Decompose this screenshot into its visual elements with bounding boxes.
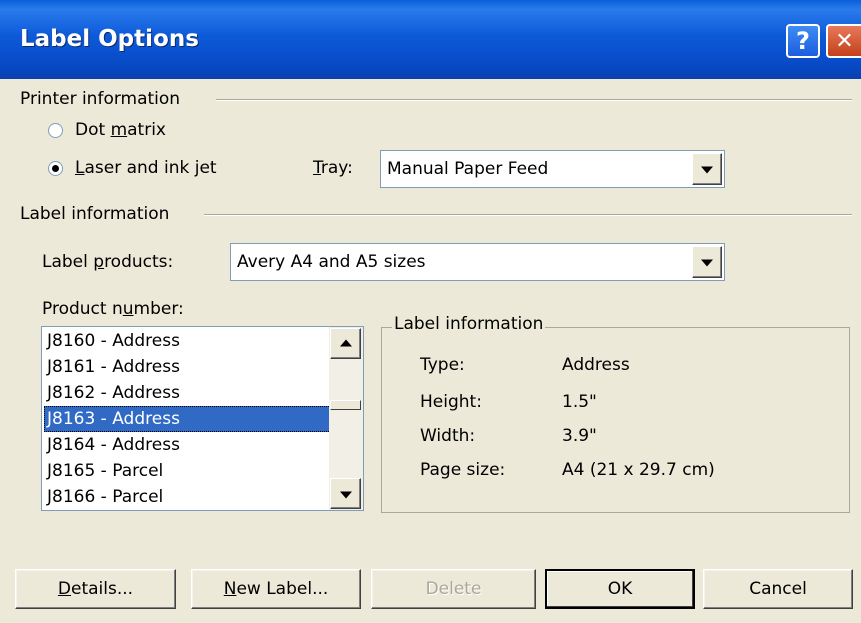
chevron-down-icon [701,166,713,174]
details-button[interactable]: Details... [15,569,176,609]
scroll-down-button[interactable] [330,478,361,509]
help-icon: ? [796,27,810,55]
printer-info-heading: Printer information [20,89,181,109]
laser-radio[interactable] [48,161,63,176]
width-key: Width: [420,426,476,446]
ok-button[interactable]: OK [545,569,695,609]
chevron-down-icon [339,491,352,499]
label-products-select[interactable]: Avery A4 and A5 sizes [230,243,725,281]
tray-select-value: Manual Paper Feed [387,159,549,179]
label-info-heading: Label information [20,204,170,224]
label-products-label: Label products: [42,252,174,272]
list-item[interactable]: J8160 - Address [44,328,331,354]
product-number-label: Product number: [42,299,184,319]
dot-matrix-label[interactable]: Dot matrix [75,120,166,140]
tray-select[interactable]: Manual Paper Feed [380,150,725,188]
list-item[interactable]: J8161 - Address [44,354,331,380]
tray-dropdown-button[interactable] [692,153,722,185]
dot-matrix-radio[interactable] [48,123,63,138]
page-size-value: A4 (21 x 29.7 cm) [562,460,715,480]
label-details-legend: Label information [392,314,546,334]
label-info-divider [204,214,852,216]
window-title: Label Options [20,26,199,52]
close-icon: ✕ [835,28,854,54]
printer-info-divider [216,99,852,101]
page-size-key: Page size: [420,460,506,480]
chevron-down-icon [701,259,713,267]
delete-button[interactable]: Delete [371,569,536,609]
label-products-dropdown-button[interactable] [692,246,722,278]
cancel-button[interactable]: Cancel [703,569,853,609]
type-value: Address [562,355,630,375]
scroll-thumb[interactable] [330,400,361,410]
new-label-button[interactable]: New Label... [191,569,361,609]
list-item[interactable]: J8165 - Parcel [44,458,331,484]
list-item-selected[interactable]: J8163 - Address [44,406,331,432]
chevron-up-icon [339,338,352,346]
help-button[interactable]: ? [786,24,820,58]
label-products-value: Avery A4 and A5 sizes [237,252,426,272]
scroll-up-button[interactable] [330,328,361,359]
list-item[interactable]: J8164 - Address [44,432,331,458]
height-value: 1.5" [562,392,597,412]
tray-label: Tray: [313,158,353,178]
list-scrollbar[interactable] [329,327,363,510]
product-number-list[interactable]: J8160 - Address J8161 - Address J8162 - … [41,326,364,511]
width-value: 3.9" [562,426,597,446]
type-key: Type: [420,355,465,375]
laser-label[interactable]: Laser and ink jet [75,158,217,178]
list-item[interactable]: J8162 - Address [44,380,331,406]
list-item[interactable]: J8166 - Parcel [44,484,331,510]
close-button[interactable]: ✕ [826,24,861,58]
height-key: Height: [420,392,482,412]
